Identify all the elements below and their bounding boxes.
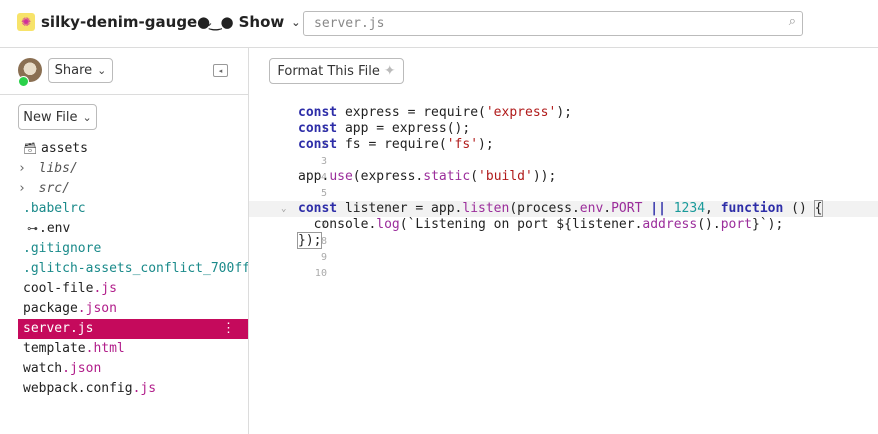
file-base-name: watch <box>23 361 63 376</box>
code-text: const express = require('express'); <box>298 105 572 120</box>
key-icon: ⊶ <box>27 222 38 235</box>
project-name: silky-denim-gauge <box>41 13 198 31</box>
format-file-button[interactable]: Format This File ✦ <box>269 58 404 84</box>
file-item-babelrc[interactable]: .babelrc <box>0 199 248 219</box>
folder-item-src[interactable]: › src/ <box>0 179 248 199</box>
share-button[interactable]: Share ⌄ <box>48 58 113 83</box>
file-item-assets[interactable]: 🗃 assets <box>0 139 248 159</box>
online-status-icon <box>18 76 29 87</box>
file-extension: .js <box>132 381 157 396</box>
file-item-glitch-assets-conflict[interactable]: .glitch-assets_conflict_700ff <box>0 259 248 279</box>
sunglasses-icon: ●‿● <box>197 13 234 31</box>
chevron-down-icon: ⌄ <box>97 64 107 77</box>
sparkle-icon: ✦ <box>383 63 396 79</box>
code-text: console.log(`Listening on port ${listene… <box>298 217 784 232</box>
file-extension: .js <box>69 321 94 336</box>
more-options-icon[interactable]: ⋮ <box>222 319 235 339</box>
file-name: .gitignore <box>23 241 102 256</box>
file-item-env[interactable]: ⊶.env <box>0 219 248 239</box>
chevron-down-icon: ⌄ <box>291 15 301 29</box>
code-line: 3 const fs = require('fs'); <box>249 137 878 167</box>
file-extension: .js <box>93 281 117 296</box>
code-text: }); <box>296 232 323 249</box>
file-base-name: cool-file <box>23 281 94 296</box>
folder-item-libs[interactable]: › libs/ <box>0 159 248 179</box>
file-item-watch[interactable]: watch.json <box>0 359 248 379</box>
file-name: .babelrc <box>23 201 86 216</box>
code-line: 2 const app = express(); <box>249 121 878 151</box>
code-line-active: 7 ⌄ const listener = app.listen(process.… <box>249 200 878 231</box>
collapse-sidebar-icon[interactable]: ◂ <box>213 64 228 77</box>
file-item-package[interactable]: package.json <box>0 299 248 319</box>
archive-box-icon: 🗃 <box>23 142 37 155</box>
file-name: .env <box>39 221 71 236</box>
file-item-gitignore[interactable]: .gitignore <box>0 239 248 259</box>
code-line: 8 console.log(`Listening on port ${liste… <box>249 217 878 247</box>
code-text: const listener = app.listen(process.env.… <box>298 200 824 217</box>
show-menu[interactable]: ●‿● Show ⌄ <box>197 13 300 31</box>
search-icon[interactable]: ⌕ <box>789 14 796 29</box>
project-menu[interactable]: ✺ silky-denim-gauge ⌄ <box>17 13 213 31</box>
file-base-name: package <box>23 301 78 316</box>
code-line: 5 app.use(express.static('build')); <box>249 169 878 199</box>
code-text: app.use(express.static('build')); <box>298 169 557 184</box>
file-extension: .json <box>77 301 117 316</box>
code-area[interactable]: 1 const express = require('express'); 2 … <box>249 105 878 279</box>
project-logo-icon: ✺ <box>17 13 35 31</box>
code-text: const fs = require('fs'); <box>298 137 494 152</box>
chevron-right-icon: › <box>18 161 26 176</box>
show-label: Show <box>238 13 285 31</box>
code-line: 6 <box>249 185 878 215</box>
file-name: .glitch-assets_conflict_700ff <box>23 261 248 276</box>
fold-chevron-icon[interactable]: ⌄ <box>281 201 286 217</box>
sidebar: Share ⌄ ◂ New File ⌄ 🗃 assets › libs/ › s… <box>0 48 249 434</box>
file-name: assets <box>41 141 88 156</box>
code-editor[interactable]: Format This File ✦ 1 const express = req… <box>249 48 878 434</box>
line-number: 10 <box>314 268 327 279</box>
chevron-down-icon: ⌄ <box>82 110 92 124</box>
format-label: Format This File <box>277 63 380 79</box>
folder-name: src/ <box>38 181 70 196</box>
file-base-name: template <box>23 341 86 356</box>
file-tree: 🗃 assets › libs/ › src/ .babelrc ⊶.env .g… <box>0 139 248 399</box>
file-item-template[interactable]: template.html <box>0 339 248 359</box>
file-base-name: webpack.config <box>23 381 133 396</box>
code-text: const app = express(); <box>298 121 471 136</box>
file-item-webpack-config[interactable]: webpack.config.js <box>0 379 248 399</box>
file-extension: .json <box>62 361 102 376</box>
code-line: 9 }); <box>249 232 878 263</box>
share-label: Share <box>54 63 93 78</box>
sidebar-header: Share ⌄ ◂ <box>0 48 248 95</box>
file-item-cool-file[interactable]: cool-file.js <box>0 279 248 299</box>
new-file-label: New File <box>23 109 78 125</box>
file-item-server-selected[interactable]: server.js ⋮ <box>18 319 248 339</box>
code-line: 10 <box>249 249 878 279</box>
code-line: 1 const express = require('express'); <box>249 105 878 135</box>
file-search: ⌕ <box>303 11 803 36</box>
new-file-button[interactable]: New File ⌄ <box>18 104 97 130</box>
chevron-right-icon: › <box>18 181 26 196</box>
file-extension: .html <box>85 341 125 356</box>
code-line: 4 <box>249 153 878 183</box>
top-bar: ✺ silky-denim-gauge ⌄ ●‿● Show ⌄ ⌕ <box>0 0 878 48</box>
text-cursor: { <box>813 200 824 217</box>
search-input[interactable] <box>314 13 774 34</box>
folder-name: libs/ <box>38 161 78 176</box>
file-base-name: server <box>23 321 70 336</box>
